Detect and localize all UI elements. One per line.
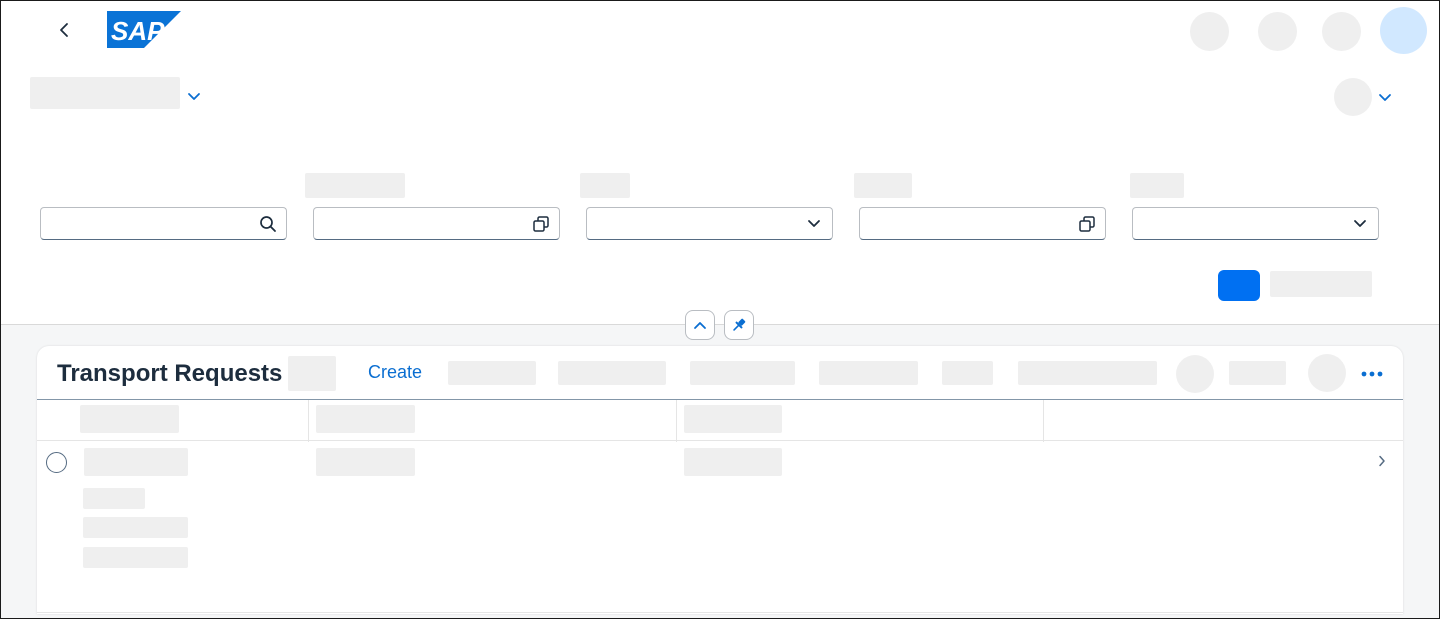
- toolbar-button[interactable]: [942, 361, 993, 385]
- column-header[interactable]: [684, 405, 782, 433]
- select-input[interactable]: [587, 208, 796, 239]
- column-separator: [308, 400, 309, 442]
- user-avatar[interactable]: [1380, 7, 1427, 54]
- toolbar-button[interactable]: [690, 361, 795, 385]
- cell-value: [83, 488, 145, 509]
- chevron-down-icon: [1379, 94, 1391, 101]
- table-count: [288, 356, 336, 391]
- cell-value: [83, 547, 188, 568]
- value-help-icon: [533, 215, 549, 232]
- row-navigation-button[interactable]: [1371, 450, 1393, 472]
- toolbar-button[interactable]: [558, 361, 666, 385]
- toolbar-icon-button[interactable]: [1176, 355, 1214, 393]
- cell-value: [83, 517, 188, 538]
- filter-label: [305, 173, 405, 198]
- column-separator: [1043, 400, 1044, 442]
- search-icon: [260, 215, 276, 232]
- variant-dropdown-button[interactable]: [183, 86, 205, 108]
- search-field[interactable]: [40, 207, 287, 240]
- cell-value: [84, 448, 188, 476]
- row-select-radio[interactable]: [46, 452, 67, 473]
- header-expand-button[interactable]: [1374, 87, 1396, 109]
- shell-action-button[interactable]: [1190, 12, 1229, 51]
- sap-logo[interactable]: SAP: [107, 11, 181, 48]
- cell-value: [316, 448, 415, 476]
- back-button[interactable]: [50, 16, 78, 44]
- value-help-button[interactable]: [523, 208, 559, 239]
- svg-text:SAP: SAP: [111, 16, 165, 46]
- create-button[interactable]: Create: [368, 362, 422, 383]
- select-field[interactable]: [1132, 207, 1379, 240]
- toolbar-button[interactable]: [448, 361, 536, 385]
- chevron-down-icon: [188, 93, 200, 100]
- table-row[interactable]: [37, 442, 1403, 614]
- filter-label: [580, 173, 630, 198]
- search-button[interactable]: [250, 208, 286, 239]
- transport-requests-table: Transport Requests Create: [37, 346, 1403, 614]
- filter-label: [854, 173, 912, 198]
- value-help-field[interactable]: [859, 207, 1106, 240]
- select-dropdown-button[interactable]: [1342, 208, 1378, 239]
- cell-value: [684, 448, 782, 476]
- pin-icon: [733, 318, 746, 331]
- chevron-down-icon: [1354, 219, 1366, 227]
- chevron-right-icon: [1379, 455, 1385, 467]
- shell-action-button[interactable]: [1258, 12, 1297, 51]
- toolbar-button[interactable]: [1229, 361, 1286, 385]
- variant-title: [30, 77, 180, 109]
- toolbar-button[interactable]: [819, 361, 918, 385]
- pin-header-button[interactable]: [724, 310, 754, 340]
- column-header[interactable]: [316, 405, 415, 433]
- value-help-field[interactable]: [313, 207, 560, 240]
- row-separator: [37, 612, 1403, 613]
- table-header-row: [37, 399, 1403, 442]
- value-help-icon: [1079, 215, 1095, 232]
- chevron-left-icon: [60, 23, 68, 37]
- chevron-down-icon: [808, 219, 820, 227]
- value-help-input[interactable]: [860, 208, 1069, 239]
- select-field[interactable]: [586, 207, 833, 240]
- chevron-up-icon: [694, 322, 706, 329]
- column-separator: [676, 400, 677, 442]
- value-help-button[interactable]: [1069, 208, 1105, 239]
- table-title: Transport Requests: [57, 360, 283, 387]
- shell-action-button[interactable]: [1322, 12, 1361, 51]
- select-input[interactable]: [1133, 208, 1342, 239]
- go-button[interactable]: [1218, 270, 1260, 301]
- overflow-icon: [1361, 371, 1383, 377]
- toolbar-button[interactable]: [1018, 361, 1157, 385]
- value-help-input[interactable]: [314, 208, 523, 239]
- adapt-filters-button[interactable]: [1270, 271, 1372, 297]
- page-header: SAP: [0, 0, 1440, 325]
- header-action-button[interactable]: [1334, 78, 1372, 116]
- column-header[interactable]: [80, 405, 179, 433]
- collapse-header-button[interactable]: [685, 310, 715, 340]
- select-dropdown-button[interactable]: [796, 208, 832, 239]
- filter-label: [1130, 173, 1184, 198]
- toolbar-icon-button[interactable]: [1308, 354, 1346, 392]
- search-input[interactable]: [41, 208, 250, 239]
- more-button[interactable]: [1357, 362, 1387, 386]
